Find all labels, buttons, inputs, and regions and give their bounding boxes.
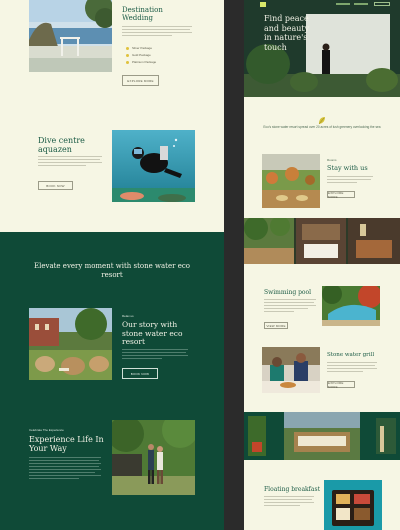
dining-gallery-strip [244, 412, 400, 460]
dive-title-line-1: Dive centre [38, 136, 85, 145]
nav-link[interactable] [336, 3, 350, 5]
story-book-button[interactable]: BOOK NOW [122, 368, 158, 379]
dive-title: Dive centre aquazen [38, 136, 85, 154]
elevate-heading: Elevate every moment with stone water ec… [0, 262, 224, 280]
right-page-column: Find peace and beauty in nature's touch … [244, 0, 400, 530]
pool-title: Swimming pool [264, 289, 312, 296]
grill-explore-button[interactable]: EXPLORE MORE [327, 381, 355, 389]
stay-title: Stay with us [327, 164, 368, 172]
logo-icon[interactable] [260, 2, 266, 7]
bullet-dot-icon [126, 53, 129, 57]
package-label: Gold Package [132, 53, 151, 57]
story-description [122, 349, 188, 359]
grill-description [327, 362, 377, 372]
package-item[interactable]: Platinum Package [126, 60, 156, 64]
hero-title-line-1: Find peace [264, 14, 309, 23]
pool-description [264, 299, 316, 312]
dive-title-line-2: aquazen [38, 145, 72, 154]
couple-photo [112, 420, 195, 495]
package-item[interactable]: Gold Package [126, 53, 156, 57]
experience-eyebrow: Celebrate The Experience [29, 428, 64, 432]
diver-photo [112, 130, 195, 202]
experience-description [29, 457, 101, 479]
nav-link[interactable] [354, 3, 368, 5]
wedding-description [122, 26, 192, 36]
wedding-explore-button[interactable]: EXPLORE MORE [122, 75, 159, 86]
story-title: Our story with stone water eco resort [122, 320, 183, 347]
package-item[interactable]: Silver Package [126, 46, 156, 50]
story-eyebrow: Relax us [122, 314, 134, 318]
breakfast-title: Floating breakfast [264, 486, 320, 493]
stay-explore-button[interactable]: EXPLORE MORE [327, 191, 355, 199]
breakfast-description [264, 496, 314, 506]
lounge-photo [29, 308, 112, 380]
grill-title: Stone water grill [327, 352, 375, 358]
wedding-package-list: Silver Package Gold Package Platinum Pac… [126, 46, 156, 67]
experience-title: Experience Life In Your Way [29, 435, 104, 453]
wedding-title: Destination Wedding [122, 6, 163, 22]
story-title-line-3: resort [122, 337, 145, 346]
hero-title-line-2: and beauty [264, 23, 310, 33]
breakfast-photo [324, 480, 382, 530]
stay-eyebrow: Rooms [327, 158, 337, 162]
hero-title-line-4: touch [264, 42, 287, 52]
experience-title-line-2: Your Way [29, 444, 67, 453]
grill-photo [262, 347, 320, 393]
stay-description [327, 176, 373, 183]
experience-title-line-1: Experience Life In [29, 435, 104, 444]
wedding-photo [29, 0, 112, 72]
leaf-icon [318, 112, 326, 125]
elevate-heading-line-1: Elevate every moment with stone water ec… [34, 262, 190, 270]
elevate-heading-line-2: resort [101, 271, 123, 279]
dive-description [38, 156, 102, 166]
hero-title-line-3: in nature's [264, 33, 308, 42]
nav-book-button[interactable] [374, 2, 390, 6]
pool-view-button[interactable]: VIEW MORE [264, 322, 288, 329]
pool-photo [322, 286, 380, 326]
bullet-dot-icon [126, 60, 129, 64]
wedding-title-line-2: Wedding [122, 14, 153, 22]
stay-photo [262, 154, 320, 208]
intro-text: Eco's stone water resort spread over 20 … [263, 125, 381, 129]
wedding-title-line-1: Destination [122, 6, 163, 14]
left-page-column: Destination Wedding Silver Package Gold … [0, 0, 224, 530]
hero-title: Find peace and beauty in nature's touch [264, 14, 309, 52]
package-label: Platinum Package [132, 60, 157, 64]
package-label: Silver Package [132, 46, 153, 50]
rooms-gallery-strip [244, 218, 400, 264]
bullet-dot-icon [126, 46, 129, 50]
dive-book-button[interactable]: BOOK NOW [38, 181, 73, 190]
